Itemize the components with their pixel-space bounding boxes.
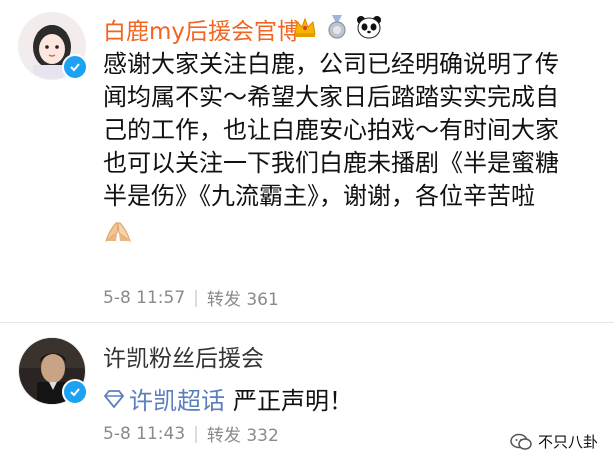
wechat-icon: [510, 433, 532, 450]
post-meta: 5-8 11:43 | 转发 332: [103, 421, 279, 447]
content-line: 己的工作，也让白鹿安心拍戏～有时间大家: [103, 116, 559, 144]
username[interactable]: 许凯粉丝后援会: [103, 339, 264, 373]
medal-icon[interactable]: [324, 14, 350, 40]
user-badges: [292, 14, 382, 40]
repost-label: 转发: [206, 426, 241, 446]
post-date: 5-8 11:57: [103, 287, 186, 308]
divider: |: [193, 423, 199, 444]
watermark: 不只八卦: [510, 431, 598, 452]
repost-button[interactable]: 转发 361: [207, 285, 279, 310]
post-content: 许凯超话 严正声明！: [103, 381, 353, 416]
repost-count: 361: [246, 290, 279, 310]
panda-icon[interactable]: [356, 14, 382, 40]
topic-label: 许凯超话: [129, 387, 225, 415]
folded-hands-icon: [103, 219, 593, 252]
content-line: 也可以关注一下我们白鹿未播剧《半是蜜糖: [103, 149, 559, 177]
verified-icon: [62, 379, 88, 405]
content-line: 闻均属不实～希望大家日后踏踏实实完成自: [103, 83, 559, 111]
topic-link[interactable]: 许凯超话: [103, 381, 233, 416]
post-text: 严正声明！: [233, 387, 353, 415]
content-line: 感谢大家关注白鹿，公司已经明确说明了传: [103, 50, 559, 78]
crown-icon[interactable]: [292, 14, 318, 40]
weibo-post-1: 白鹿my后援会官博 感谢大家关注白鹿，公司已经明确说明了传 闻均属不实～希望大家…: [0, 0, 614, 322]
watermark-text: 不只八卦: [537, 433, 598, 451]
diamond-icon: [103, 389, 125, 408]
content-line: 半是伤》《九流霸主》，谢谢，各位辛苦啦: [103, 182, 535, 210]
post-meta: 5-8 11:57 | 转发 361: [103, 285, 279, 311]
repost-count: 332: [246, 426, 279, 446]
post-date: 5-8 11:43: [103, 423, 186, 444]
verified-icon: [62, 54, 88, 80]
divider: |: [193, 287, 199, 308]
post-content: 感谢大家关注白鹿，公司已经明确说明了传 闻均属不实～希望大家日后踏踏实实完成自 …: [103, 48, 593, 252]
repost-button[interactable]: 转发 332: [207, 421, 279, 446]
repost-label: 转发: [206, 290, 241, 310]
username[interactable]: 白鹿my后援会官博: [103, 12, 300, 46]
